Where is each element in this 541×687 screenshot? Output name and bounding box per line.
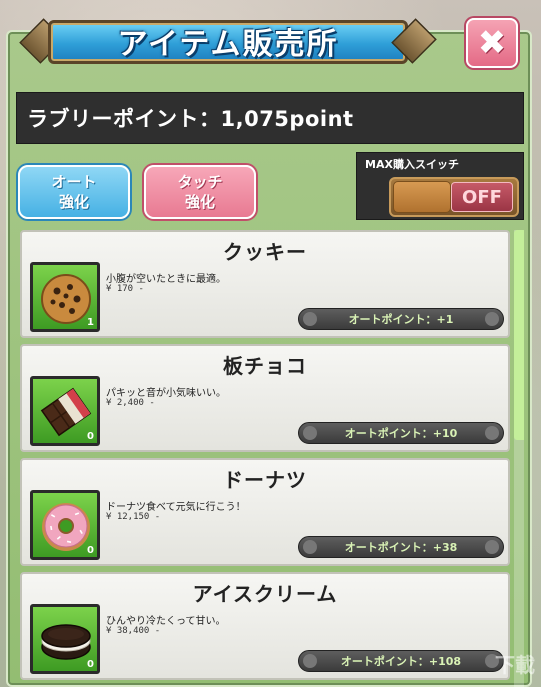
- bar-cap-left: [303, 426, 317, 440]
- lovely-points-text: ラブリーポイント：1,075point: [27, 107, 354, 131]
- toggle-state-off: OFF: [451, 182, 513, 212]
- item-price: ¥ 2,400 -: [106, 398, 155, 408]
- item-description: パキッと音が小気味いい。: [106, 388, 226, 399]
- auto-point-value: オートポイント：+1: [348, 313, 454, 326]
- item-description: ひんやり冷たくって甘い。: [106, 616, 226, 627]
- item-owned-count: 0: [87, 431, 94, 442]
- auto-point-bar: オートポイント：+10: [298, 422, 504, 444]
- tab-touch-label-line1: タッチ: [177, 173, 223, 191]
- item-owned-count: 1: [87, 317, 94, 328]
- item-card-chocolate[interactable]: 板チョコ 0 パキッと音が小気味いい。 ¥ 2,400 - オートポイント：+1…: [20, 344, 510, 452]
- tab-touch-upgrade[interactable]: タッチ 強化: [144, 165, 256, 219]
- toggle-knob: [393, 181, 451, 213]
- item-price: ¥ 12,150 -: [106, 512, 161, 522]
- item-list[interactable]: クッキー 1 小腹が空いたときに最適。 ¥ 170 - オートポイント：+1 板…: [16, 226, 524, 687]
- max-purchase-switch: MAX購入スイッチ OFF: [356, 152, 524, 220]
- scrollbar-track[interactable]: [514, 230, 524, 687]
- item-card-cookie[interactable]: クッキー 1 小腹が空いたときに最適。 ¥ 170 - オートポイント：+1: [20, 230, 510, 338]
- item-description: 小腹が空いたときに最適。: [106, 274, 226, 285]
- item-owned-count: 0: [87, 545, 94, 556]
- title-banner: アイテム販売所: [18, 10, 438, 72]
- auto-point-value: オートポイント：+10: [344, 427, 458, 440]
- tab-auto-upgrade[interactable]: オート 強化: [18, 165, 130, 219]
- lovely-points-display: ラブリーポイント：1,075point: [16, 92, 524, 144]
- item-price: ¥ 38,400 -: [106, 626, 161, 636]
- bar-cap-right: [485, 312, 499, 326]
- item-name: アイスクリーム: [192, 582, 338, 606]
- item-description: ドーナツ食べて元気に行こう！: [106, 502, 246, 513]
- item-name: クッキー: [223, 240, 307, 264]
- bar-cap-right: [485, 540, 499, 554]
- tab-auto-label-line2: 強化: [58, 193, 89, 211]
- scrollbar-thumb[interactable]: [514, 230, 524, 440]
- bar-cap-left: [303, 540, 317, 554]
- item-name: ドーナツ: [223, 468, 307, 492]
- watermark-text: 下載: [495, 653, 535, 677]
- window-title: アイテム販売所: [117, 27, 339, 62]
- ice-cream-sandwich-icon: 0: [30, 604, 100, 674]
- bar-cap-left: [303, 312, 317, 326]
- watermark: 下載: [396, 640, 541, 687]
- tab-auto-label-line1: オート: [51, 173, 97, 191]
- close-button[interactable]: ✖: [466, 18, 518, 68]
- auto-point-bar: オートポイント：+38: [298, 536, 504, 558]
- bar-cap-left: [303, 654, 317, 668]
- item-price: ¥ 170 -: [106, 284, 144, 294]
- item-card-donut[interactable]: ドーナツ 0 ドーナツ食べて元気に行こう！ ¥ 12,150 - オートポイント…: [20, 458, 510, 566]
- auto-point-bar: オートポイント：+1: [298, 308, 504, 330]
- chocolate-bar-icon: 0: [30, 376, 100, 446]
- bar-cap-right: [485, 426, 499, 440]
- max-purchase-toggle[interactable]: OFF: [389, 177, 519, 217]
- item-owned-count: 0: [87, 659, 94, 670]
- close-icon: ✖: [477, 23, 507, 63]
- auto-point-value: オートポイント：+38: [344, 541, 458, 554]
- cookie-icon: 1: [30, 262, 100, 332]
- item-name: 板チョコ: [223, 354, 307, 378]
- tab-touch-label-line2: 強化: [184, 193, 215, 211]
- donut-icon: 0: [30, 490, 100, 560]
- max-purchase-label: MAX購入スイッチ: [365, 158, 459, 171]
